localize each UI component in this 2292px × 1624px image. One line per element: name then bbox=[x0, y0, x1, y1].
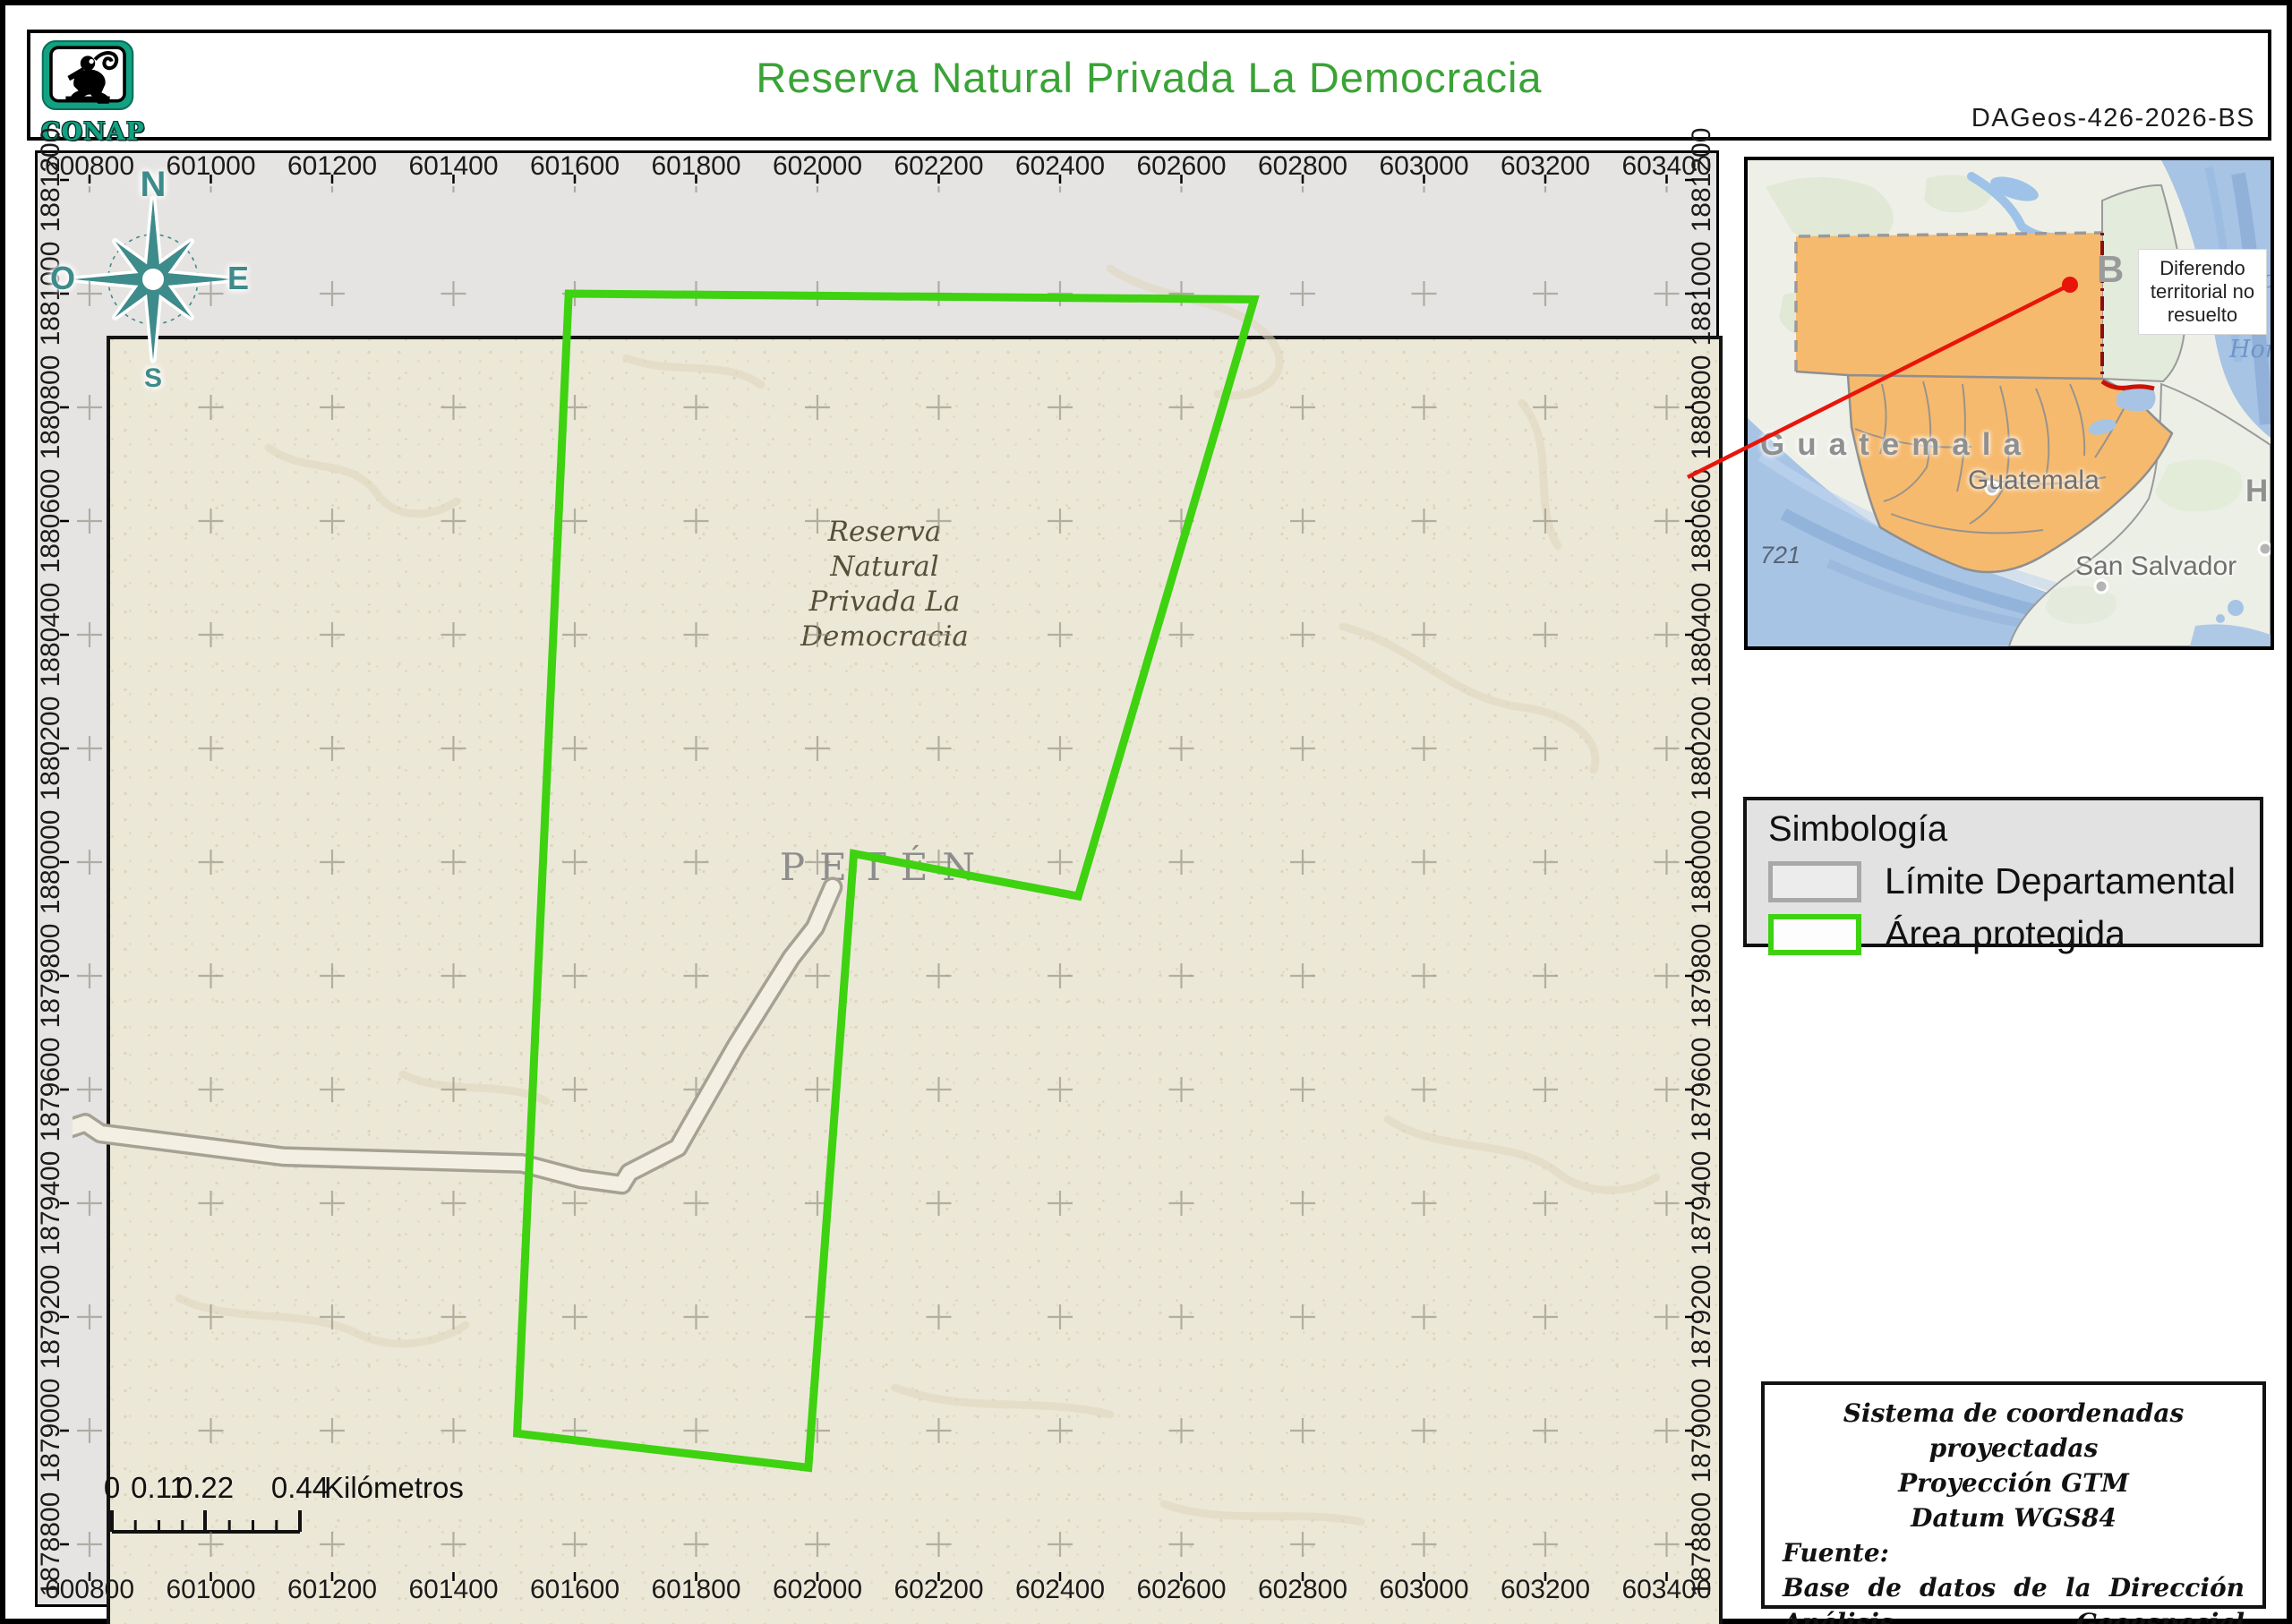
inset-location-map: Guatemala Guatemala San Salvador Hondura… bbox=[1744, 157, 2274, 650]
axis-label: 1881200 bbox=[1687, 127, 1716, 233]
axis-label: 1880000 bbox=[1687, 809, 1716, 915]
city-dot bbox=[2257, 541, 2271, 557]
axis-label: 601400 bbox=[408, 1575, 499, 1604]
axis-label: 1880600 bbox=[36, 468, 65, 574]
axis-label: 602800 bbox=[1257, 151, 1348, 181]
reserve-label-line: Natural bbox=[830, 551, 939, 583]
callout-line: Diferendo bbox=[2159, 257, 2245, 279]
reserve-name-label: Reserva Natural Privada La Democracia bbox=[777, 515, 992, 654]
axis-label: 1880000 bbox=[36, 809, 65, 915]
axis-label: 1879000 bbox=[36, 1378, 65, 1483]
axis-label: 1879600 bbox=[1687, 1037, 1716, 1142]
axis-label: 602400 bbox=[1014, 151, 1106, 181]
honduras-terrain bbox=[2155, 459, 2243, 512]
axis-label: 1879200 bbox=[1687, 1264, 1716, 1370]
axis-label: 1878800 bbox=[1687, 1492, 1716, 1597]
axis-label: 602600 bbox=[1136, 151, 1227, 181]
axis-label: 1880200 bbox=[36, 696, 65, 801]
inset-honduras-label: Honduras bbox=[2245, 474, 2271, 509]
reserve-label-line: Democracia bbox=[800, 620, 969, 653]
source-label: Fuente: bbox=[1783, 1538, 1889, 1568]
axis-label: 602200 bbox=[894, 151, 984, 181]
axis-label: 602400 bbox=[1014, 1575, 1106, 1604]
axis-label: 1878800 bbox=[36, 1492, 65, 1597]
axis-label: 603200 bbox=[1500, 151, 1591, 181]
axis-label: 1879200 bbox=[36, 1264, 65, 1370]
compass-south: S bbox=[143, 363, 162, 393]
fonseca-island bbox=[2216, 614, 2225, 623]
header: CONAP Reserva Natural Privada La Democra… bbox=[27, 30, 2271, 146]
axis-label: 601400 bbox=[408, 151, 499, 181]
legend-item-label: Límite Departamental bbox=[1885, 860, 2236, 902]
legend: Simbología Límite Departamental Área pro… bbox=[1743, 797, 2263, 955]
axis-label: 1880400 bbox=[36, 582, 65, 688]
axis-label: 603000 bbox=[1379, 151, 1469, 181]
axis-label: 602000 bbox=[772, 151, 863, 181]
axis-label: 1879400 bbox=[1687, 1150, 1716, 1256]
protected-area-swatch bbox=[1768, 913, 1861, 955]
compass-west: O bbox=[50, 260, 76, 296]
axis-label: 602200 bbox=[894, 1575, 984, 1604]
compass-north: N bbox=[140, 165, 167, 204]
diferendo-callout: Diferendo territorial no resuelto bbox=[2138, 249, 2267, 335]
inset-belize-label: B bbox=[2097, 248, 2125, 290]
callout-line: territorial no bbox=[2150, 280, 2255, 303]
axis-label: 1881000 bbox=[1687, 241, 1716, 346]
axis-label: 601000 bbox=[166, 1575, 256, 1604]
fonseca-island bbox=[2228, 600, 2244, 616]
department-label: PETÉN bbox=[779, 845, 990, 889]
projection-line: Datum WGS84 bbox=[1911, 1503, 2117, 1533]
inset-gulf-label: Honduras bbox=[2229, 336, 2271, 363]
axis-label: 601600 bbox=[529, 1575, 620, 1604]
callout-line: resuelto bbox=[2167, 303, 2238, 326]
axis-label: 601600 bbox=[529, 151, 620, 181]
source-line: Base de datos de la Dirección Análisis G… bbox=[1783, 1573, 2245, 1624]
compass-rose-icon: N S E O bbox=[50, 165, 254, 393]
projection-line: Proyección GTM bbox=[1898, 1468, 2129, 1498]
axis-label: 1879800 bbox=[1687, 923, 1716, 1029]
document-code: DAGeos-426-2026-BS bbox=[1971, 104, 2255, 132]
axis-label: 602000 bbox=[772, 1575, 863, 1604]
axis-label: 602600 bbox=[1136, 1575, 1227, 1604]
scale-bar: 0 0.11 0.22 0.44 Kilómetros bbox=[90, 1471, 573, 1541]
mexico-lake bbox=[1990, 176, 2039, 201]
inset-road-number: 721 bbox=[1760, 542, 1801, 568]
peten-shape bbox=[1796, 233, 2102, 379]
inset-san-salvador-label: San Salvador bbox=[2075, 551, 2237, 581]
map-sheet: CONAP Reserva Natural Privada La Democra… bbox=[0, 0, 2292, 1624]
axis-label: 601200 bbox=[286, 1575, 378, 1604]
map-info-box: Sistema de coordenadas proyectadas Proye… bbox=[1761, 1381, 2266, 1624]
axis-label: 601800 bbox=[651, 1575, 741, 1604]
axis-label: 601200 bbox=[286, 151, 378, 181]
axis-label: 603200 bbox=[1500, 1575, 1591, 1604]
projection-line: Sistema de coordenadas proyectadas bbox=[1843, 1398, 2185, 1463]
legend-item-departmental-boundary: Límite Departamental bbox=[1768, 860, 2260, 902]
page-title: Reserva Natural Privada La Democracia bbox=[756, 54, 1543, 101]
inset-capital-label: Guatemala bbox=[1968, 466, 2100, 495]
inset-country-label: Guatemala bbox=[1760, 427, 2033, 462]
legend-item-label: Área protegida bbox=[1885, 913, 2125, 954]
scale-bar-ticks bbox=[110, 1510, 302, 1534]
san-salvador-dot bbox=[2093, 578, 2109, 594]
axis-label: 1880600 bbox=[1687, 468, 1716, 574]
department-boundary-swatch bbox=[1768, 860, 1861, 902]
axis-label: 1879600 bbox=[36, 1037, 65, 1142]
legend-item-protected-area: Área protegida bbox=[1768, 913, 2260, 955]
reserve-label-line: Privada La bbox=[808, 585, 961, 618]
compass-east: E bbox=[227, 260, 250, 296]
axis-label: 1880400 bbox=[1687, 582, 1716, 688]
axis-label: 601800 bbox=[651, 151, 741, 181]
axis-label: 602800 bbox=[1257, 1575, 1348, 1604]
axis-label: 603000 bbox=[1379, 1575, 1469, 1604]
axis-label: 1880200 bbox=[1687, 696, 1716, 801]
axis-label: 1880800 bbox=[1687, 355, 1716, 460]
legend-title: Simbología bbox=[1768, 809, 1948, 849]
reserve-label-line: Reserva bbox=[827, 516, 942, 548]
axis-label: 1879400 bbox=[36, 1150, 65, 1256]
axis-label: 1879000 bbox=[1687, 1378, 1716, 1483]
axis-label: 1879800 bbox=[36, 923, 65, 1029]
